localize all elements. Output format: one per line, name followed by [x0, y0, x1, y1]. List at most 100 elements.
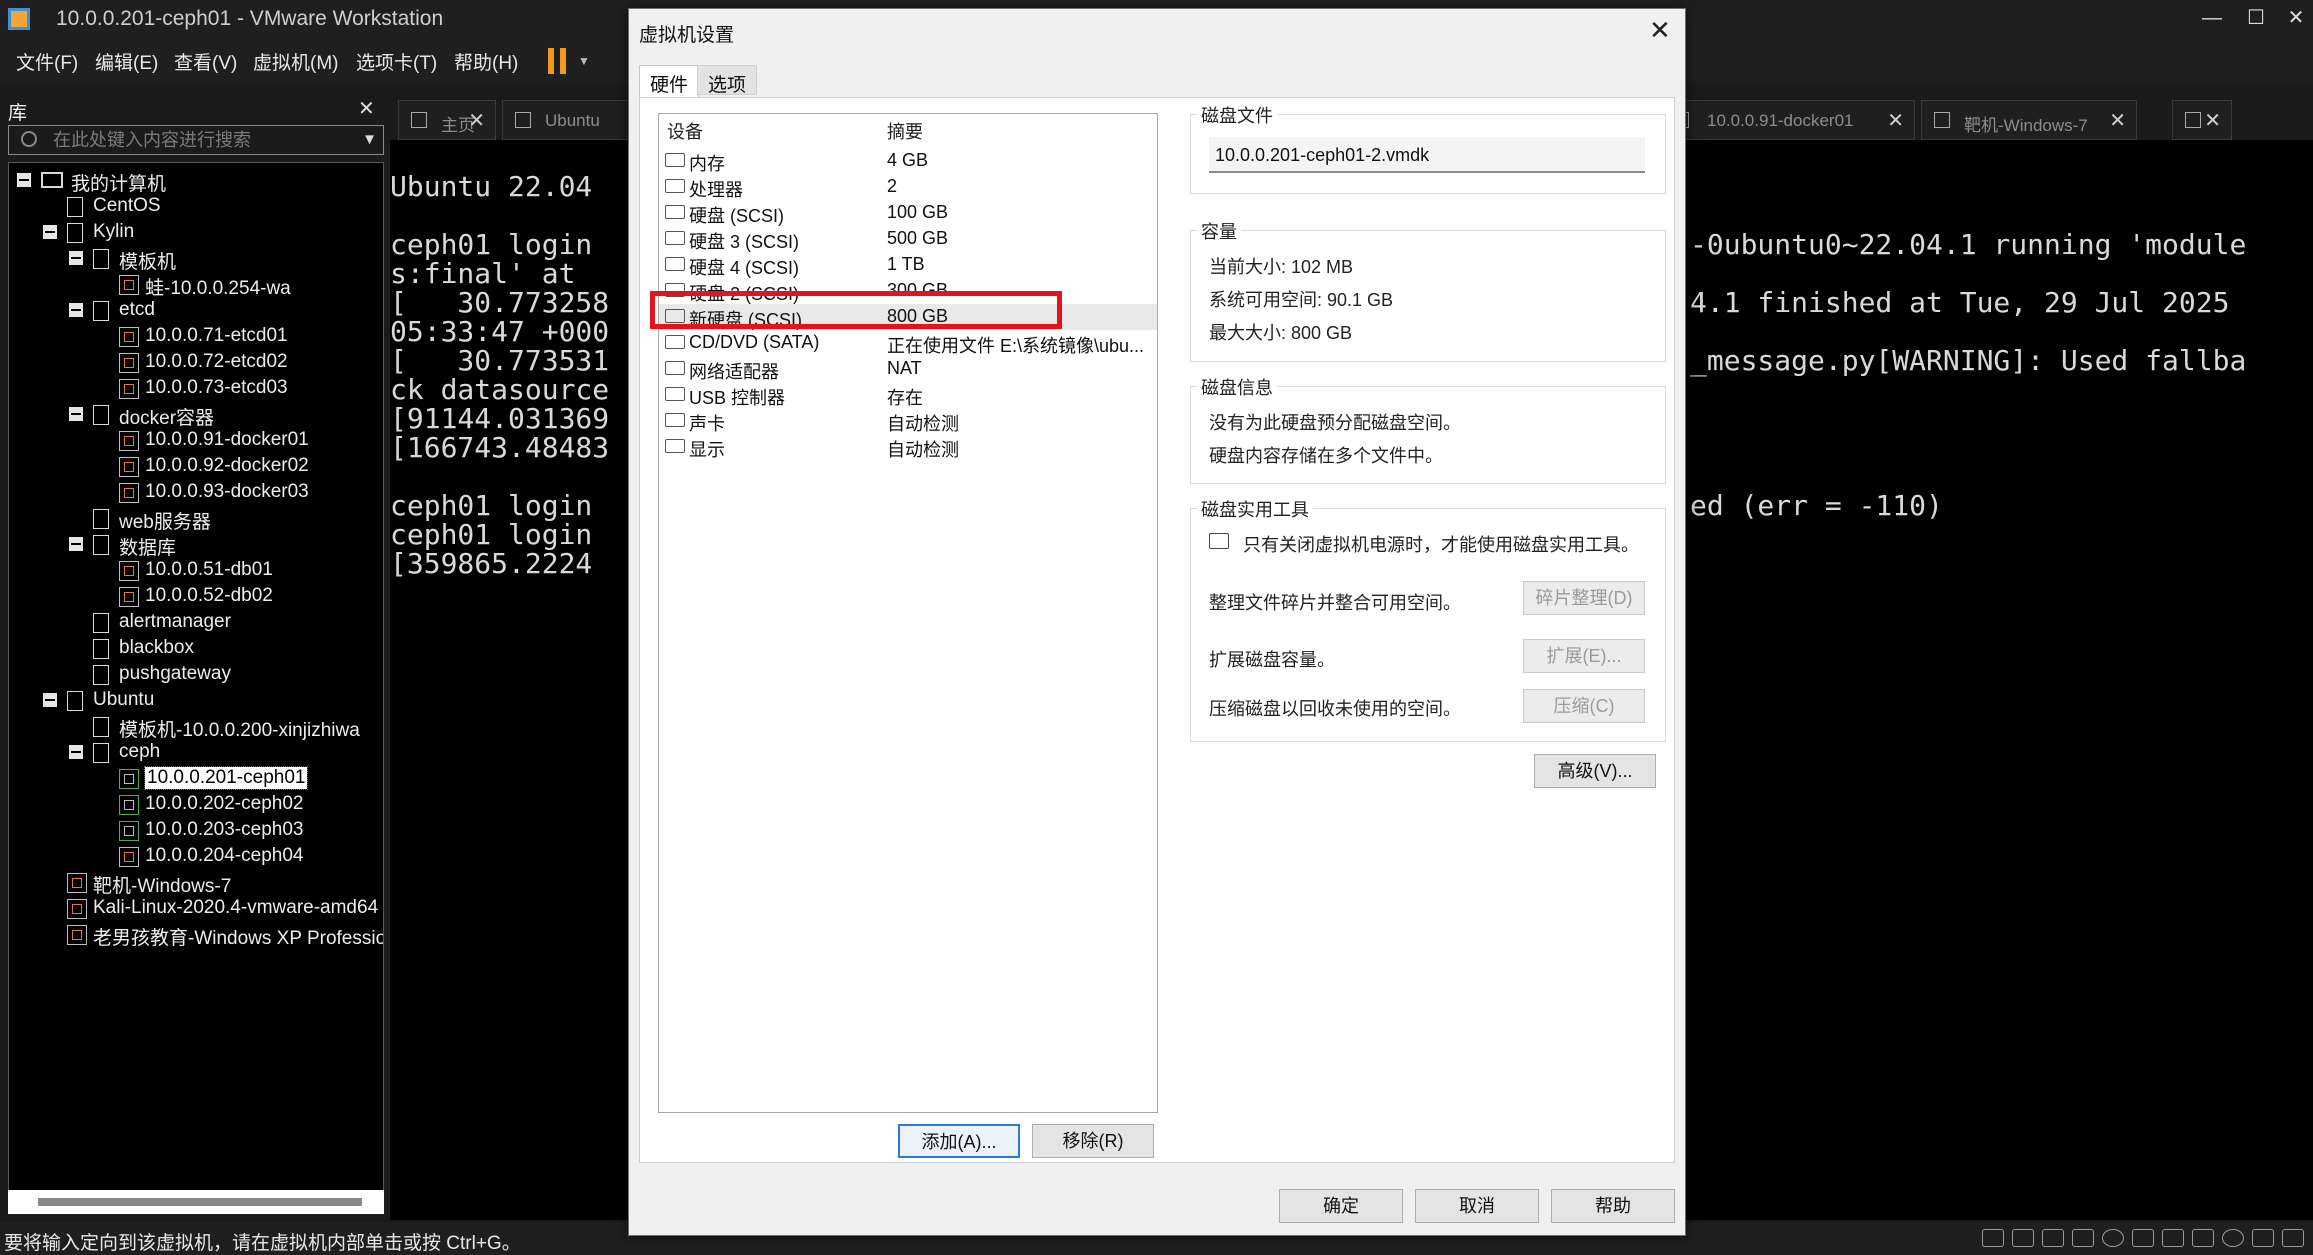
menu-vm[interactable]: 虚拟机(M): [253, 48, 338, 75]
tree-node[interactable]: alertmanager: [9, 611, 383, 637]
device-row[interactable]: 显示 自动检测: [659, 434, 1157, 460]
dialog-close-button[interactable]: ✕: [1649, 15, 1671, 46]
library-close-button[interactable]: ✕: [358, 96, 375, 121]
tree-node[interactable]: 数据库: [9, 533, 383, 559]
tree-node[interactable]: etcd: [9, 299, 383, 325]
network-icon[interactable]: [2132, 1229, 2154, 1247]
library-search-input[interactable]: 在此处键入内容进行搜索 ▼: [8, 125, 384, 155]
close-icon[interactable]: ✕: [2204, 108, 2221, 133]
hard-disk-icon[interactable]: [2012, 1229, 2034, 1247]
menu-file[interactable]: 文件(F): [16, 48, 78, 75]
close-icon[interactable]: ✕: [2109, 108, 2126, 133]
tree-node[interactable]: 10.0.0.204-ceph04: [9, 845, 383, 871]
remove-hardware-button[interactable]: 移除(R): [1032, 1124, 1154, 1158]
advanced-button[interactable]: 高级(V)...: [1534, 754, 1656, 788]
tree-node[interactable]: pushgateway: [9, 663, 383, 689]
tab-ceph01[interactable]: ✕: [2172, 100, 2232, 140]
help-button[interactable]: 帮助: [1551, 1189, 1675, 1223]
tab-windows7[interactable]: 靶机-Windows-7 ✕: [1921, 100, 2137, 140]
device-list[interactable]: 设备 摘要 内存 4 GB 处理器 2 硬盘 (SCSI) 100 GB 硬盘 3 (SCS…: [658, 113, 1158, 1113]
tab-options[interactable]: 选项: [697, 65, 758, 96]
tree-node[interactable]: ceph: [9, 741, 383, 767]
display-icon[interactable]: [2252, 1229, 2274, 1247]
collapse-icon[interactable]: [17, 173, 31, 187]
tree-node[interactable]: 靶机-Windows-7: [9, 871, 383, 897]
tab-home[interactable]: 主页 ✕: [398, 100, 496, 140]
tree-node[interactable]: 10.0.0.52-db02: [9, 585, 383, 611]
tab-hardware[interactable]: 硬件: [639, 65, 700, 97]
defrag-button[interactable]: 碎片整理(D): [1523, 581, 1645, 615]
printer-icon[interactable]: [2222, 1229, 2244, 1247]
collapse-icon[interactable]: [69, 251, 83, 265]
disk-file-field[interactable]: 10.0.0.201-ceph01-2.vmdk: [1209, 137, 1645, 173]
hard-disk-icon[interactable]: [2072, 1229, 2094, 1247]
message-icon[interactable]: [2282, 1229, 2304, 1247]
tree-node[interactable]: 10.0.0.92-docker02: [9, 455, 383, 481]
close-window-button[interactable]: ✕: [2276, 4, 2313, 34]
menu-view[interactable]: 查看(V): [174, 48, 237, 75]
hard-disk-icon[interactable]: [1982, 1229, 2004, 1247]
device-row[interactable]: 网络适配器 NAT: [659, 356, 1157, 382]
collapse-icon[interactable]: [69, 407, 83, 421]
tree-node[interactable]: 10.0.0.51-db01: [9, 559, 383, 585]
chevron-down-icon[interactable]: ▼: [362, 126, 377, 154]
cdrom-icon[interactable]: [2102, 1229, 2124, 1247]
folder-icon: [67, 223, 83, 243]
tree-node[interactable]: 10.0.0.203-ceph03: [9, 819, 383, 845]
device-row[interactable]: 硬盘 3 (SCSI) 500 GB: [659, 226, 1157, 252]
collapse-icon[interactable]: [43, 693, 57, 707]
menu-edit[interactable]: 编辑(E): [95, 48, 158, 75]
tree-node[interactable]: Ubuntu: [9, 689, 383, 715]
collapse-icon[interactable]: [69, 745, 83, 759]
cancel-button[interactable]: 取消: [1415, 1189, 1539, 1223]
tree-node[interactable]: CentOS: [9, 195, 383, 221]
tree-node[interactable]: 10.0.0.93-docker03: [9, 481, 383, 507]
tree-node[interactable]: docker容器: [9, 403, 383, 429]
tree-node[interactable]: 10.0.0.202-ceph02: [9, 793, 383, 819]
minimize-button[interactable]: —: [2192, 4, 2232, 34]
close-icon[interactable]: ✕: [468, 108, 485, 133]
tree-node[interactable]: 模板机: [9, 247, 383, 273]
device-row[interactable]: 处理器 2: [659, 174, 1157, 200]
tree-node[interactable]: 10.0.0.73-etcd03: [9, 377, 383, 403]
chevron-down-icon[interactable]: ▼: [578, 54, 590, 68]
device-row[interactable]: USB 控制器 存在: [659, 382, 1157, 408]
tree-node[interactable]: web服务器: [9, 507, 383, 533]
library-horizontal-scrollbar[interactable]: [8, 1190, 384, 1214]
tree-node[interactable]: 10.0.0.91-docker01: [9, 429, 383, 455]
maximize-button[interactable]: ☐: [2236, 4, 2276, 34]
tree-node[interactable]: 我的计算机: [9, 169, 383, 195]
device-row[interactable]: 内存 4 GB: [659, 148, 1157, 174]
device-row[interactable]: 硬盘 4 (SCSI) 1 TB: [659, 252, 1157, 278]
tree-node[interactable]: 模板机-10.0.0.200-xinjizhiwa: [9, 715, 383, 741]
tab-docker01[interactable]: 10.0.0.91-docker01 ✕: [1660, 100, 1915, 140]
device-row[interactable]: CD/DVD (SATA) 正在使用文件 E:\系统镜像\ubu...: [659, 330, 1157, 356]
scrollbar-thumb[interactable]: [38, 1198, 362, 1206]
tree-node[interactable]: 10.0.0.71-etcd01: [9, 325, 383, 351]
collapse-icon[interactable]: [69, 537, 83, 551]
close-icon[interactable]: ✕: [1887, 108, 1904, 133]
collapse-icon[interactable]: [43, 225, 57, 239]
menu-help[interactable]: 帮助(H): [454, 48, 518, 75]
tree-node[interactable]: Kali-Linux-2020.4-vmware-amd64: [9, 897, 383, 923]
ok-button[interactable]: 确定: [1279, 1189, 1403, 1223]
speaker-icon[interactable]: [2192, 1229, 2214, 1247]
expand-button[interactable]: 扩展(E)...: [1523, 639, 1645, 673]
device-row[interactable]: 声卡 自动检测: [659, 408, 1157, 434]
vm-icon: [67, 925, 87, 945]
compact-button[interactable]: 压缩(C): [1523, 689, 1645, 723]
tree-node[interactable]: 10.0.0.72-etcd02: [9, 351, 383, 377]
device-row[interactable]: 硬盘 (SCSI) 100 GB: [659, 200, 1157, 226]
tree-node[interactable]: blackbox: [9, 637, 383, 663]
hard-disk-icon[interactable]: [2042, 1229, 2064, 1247]
tree-node[interactable]: Kylin: [9, 221, 383, 247]
tree-node[interactable]: 老男孩教育-Windows XP Professional: [9, 923, 383, 949]
add-hardware-button[interactable]: 添加(A)...: [898, 1124, 1020, 1158]
usb-icon[interactable]: [2162, 1229, 2184, 1247]
tree-node[interactable]: 蛙-10.0.0.254-wa: [9, 273, 383, 299]
menu-tabs[interactable]: 选项卡(T): [356, 48, 437, 75]
collapse-icon[interactable]: [69, 303, 83, 317]
library-tree[interactable]: 我的计算机 CentOS Kylin 模板机 蛙-10.0.0.254-wa etcd 10…: [8, 162, 384, 1204]
tree-node[interactable]: 10.0.0.201-ceph01: [9, 766, 383, 793]
pause-icon[interactable]: [548, 48, 568, 74]
